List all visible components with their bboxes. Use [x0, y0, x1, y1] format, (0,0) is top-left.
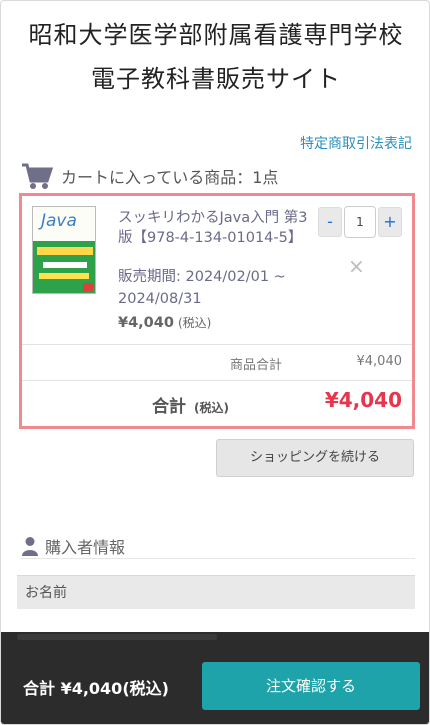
- subtotal-value: ¥4,040: [356, 354, 403, 369]
- site-title-line2: 電子教科書販売サイト: [91, 65, 341, 93]
- remove-item-icon[interactable]: ×: [348, 254, 365, 278]
- total-value: ¥4,040: [324, 388, 402, 412]
- confirm-order-button[interactable]: 注文確認する: [202, 662, 420, 710]
- cart-icon: [22, 163, 53, 189]
- checkout-footer: 合計 ¥4,040(税込) 注文確認する: [1, 632, 429, 724]
- site-title: 昭和大学医学部附属看護専門学校 電子教科書販売サイト: [1, 13, 429, 101]
- cart-heading: カートに入っている商品：1点: [21, 161, 278, 191]
- decrease-quantity-button[interactable]: -: [318, 207, 342, 237]
- quantity-input[interactable]: 1: [344, 206, 376, 238]
- divider: [22, 344, 412, 345]
- continue-shopping-button[interactable]: ショッピングを続ける: [216, 439, 414, 477]
- divider: [22, 380, 412, 381]
- cart-heading-text: カートに入っている商品：1点: [61, 168, 279, 187]
- product-price: ¥4,040 (税込): [118, 314, 211, 331]
- page: 昭和大学医学部附属看護専門学校 電子教科書販売サイト 特定商取引法表記 カートに…: [0, 0, 430, 725]
- footer-total: 合計 ¥4,040(税込): [23, 679, 169, 698]
- buyer-info-heading: 購入者情報: [21, 533, 415, 559]
- quantity-stepper: - 1 +: [318, 206, 406, 238]
- total-label-text: 合計: [152, 397, 186, 417]
- buyer-name-field-label: お名前: [17, 575, 415, 609]
- cart-box: Java スッキリわかるJava入門 第3版【978-4-134-01014-5…: [19, 193, 415, 429]
- increase-quantity-button[interactable]: +: [378, 207, 402, 237]
- total-label: 合計 (税込): [152, 392, 229, 417]
- buyer-info-heading-text: 購入者情報: [45, 537, 126, 557]
- legal-notice-link[interactable]: 特定商取引法表記: [300, 133, 412, 153]
- total-tax-note: (税込): [194, 401, 229, 415]
- product-price-tax: (税込): [177, 316, 212, 330]
- site-title-line1: 昭和大学医学部附属看護専門学校: [28, 21, 404, 49]
- book-cover-image: Java: [32, 206, 96, 294]
- product-price-value: ¥4,040: [118, 315, 174, 331]
- sales-period: 販売期間: 2024/02/01 ~ 2024/08/31: [118, 269, 286, 307]
- subtotal-label: 商品合計: [230, 358, 283, 373]
- user-icon: [22, 536, 38, 556]
- book-cover-title: Java: [41, 211, 77, 231]
- product-name[interactable]: スッキリわかるJava入門 第3版【978-4-134-01014-5】: [118, 208, 308, 248]
